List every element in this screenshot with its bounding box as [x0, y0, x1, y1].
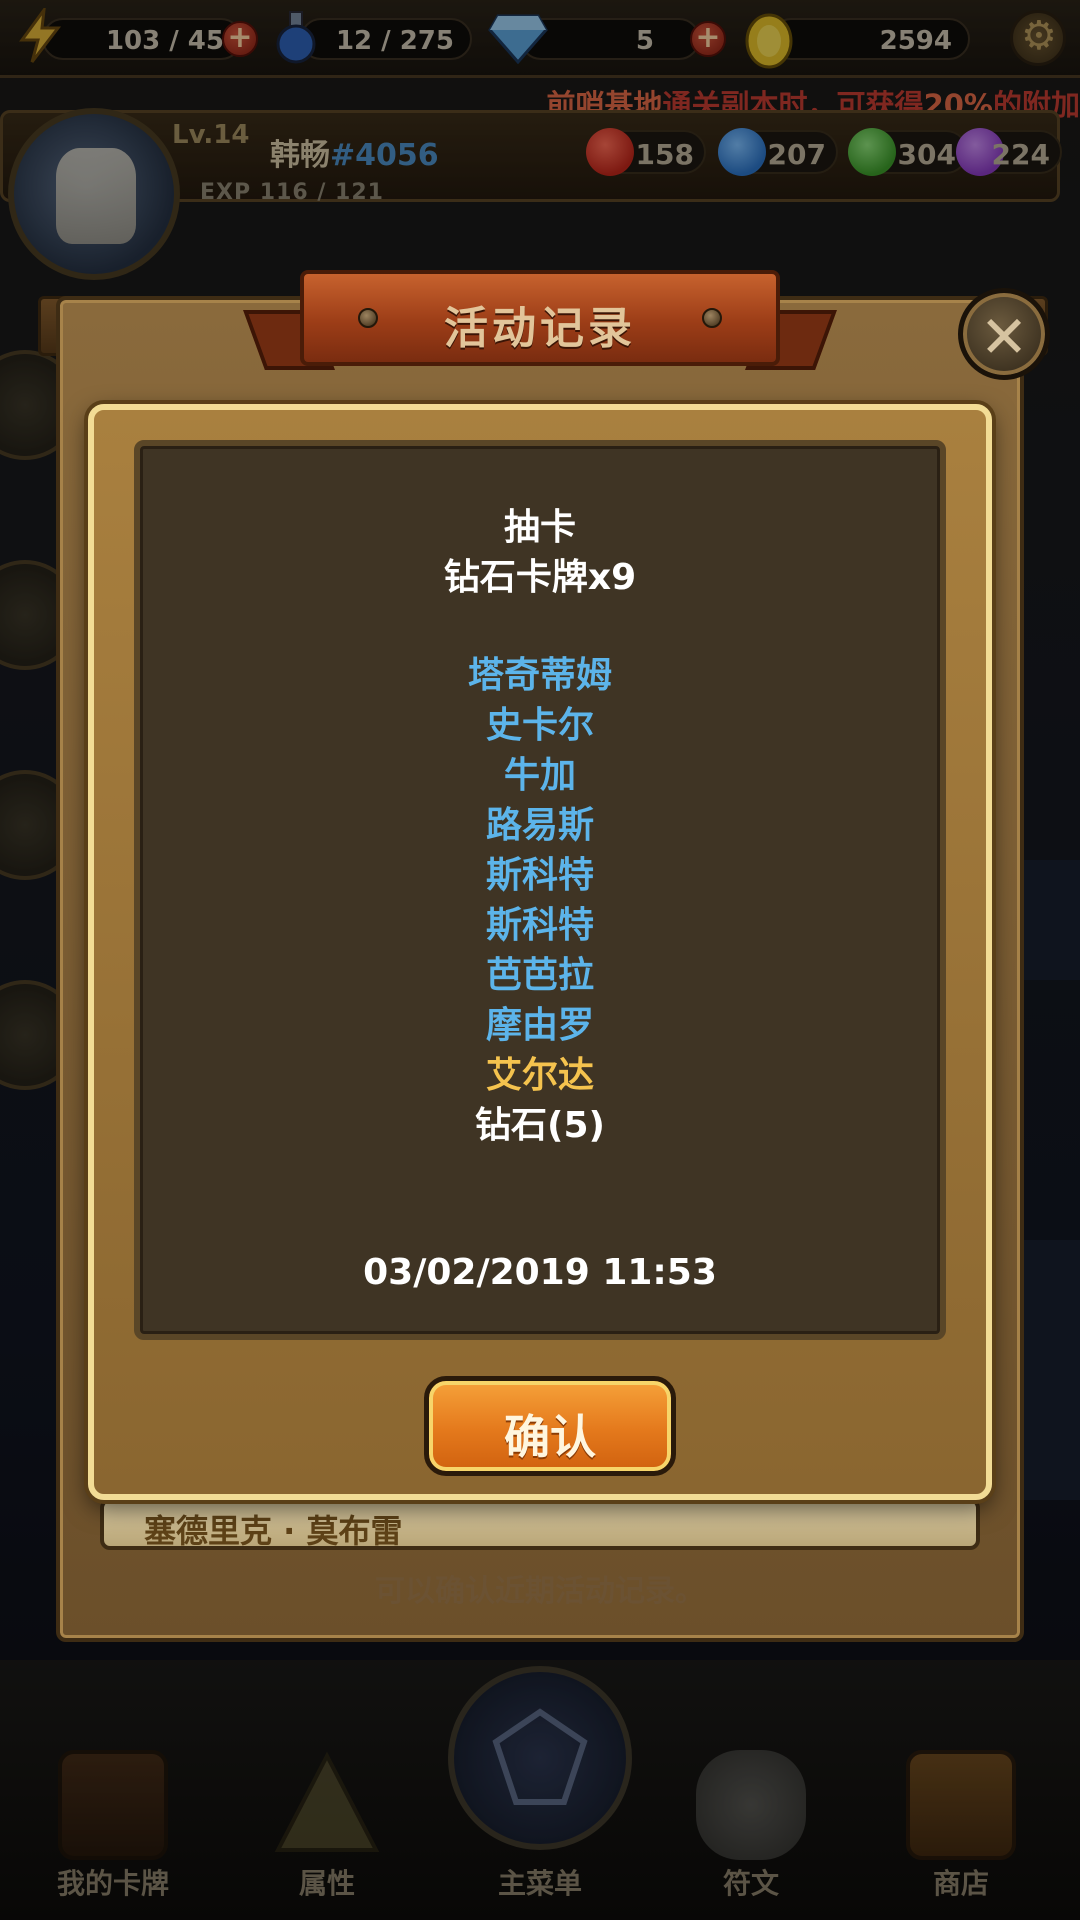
card-result: 芭芭拉 — [485, 955, 594, 996]
record-nameplate: 塞德里克 · 莫布雷 — [100, 1498, 980, 1550]
card-result: 路易斯 — [485, 805, 594, 846]
record-timestamp: 03/02/2019 11:53 — [363, 1252, 717, 1293]
card-result: 斯科特 — [485, 905, 594, 946]
bonus-reward: 钻石(5) — [475, 1105, 605, 1146]
title-ribbon: 活动记录 — [243, 270, 837, 374]
record-detail-content: 抽卡 钻石卡牌x9 塔奇蒂姆 史卡尔 牛加 路易斯 斯科特 斯科特 芭芭拉 摩由… — [134, 440, 946, 1340]
record-pack: 钻石卡牌x9 — [443, 557, 637, 598]
close-button[interactable]: ✕ — [958, 288, 1050, 380]
card-result: 塔奇蒂姆 — [467, 655, 612, 696]
confirm-button[interactable]: 确认 — [424, 1376, 676, 1476]
panel-hint-text: 可以确认近期活动记录。 — [375, 1574, 705, 1609]
card-result: 摩由罗 — [485, 1005, 594, 1046]
record-detail-dialog: 抽卡 钻石卡牌x9 塔奇蒂姆 史卡尔 牛加 路易斯 斯科特 斯科特 芭芭拉 摩由… — [88, 404, 992, 1500]
record-nameplate-text: 塞德里克 · 莫布雷 — [144, 1512, 403, 1550]
record-type: 抽卡 — [503, 507, 576, 548]
panel-title: 活动记录 — [444, 303, 636, 354]
card-result: 史卡尔 — [485, 705, 594, 746]
confirm-button-label: 确认 — [504, 1410, 596, 1464]
close-icon: ✕ — [979, 303, 1029, 371]
card-result: 牛加 — [503, 755, 576, 796]
card-result-rare: 艾尔达 — [485, 1055, 594, 1096]
card-result: 斯科特 — [485, 855, 594, 896]
